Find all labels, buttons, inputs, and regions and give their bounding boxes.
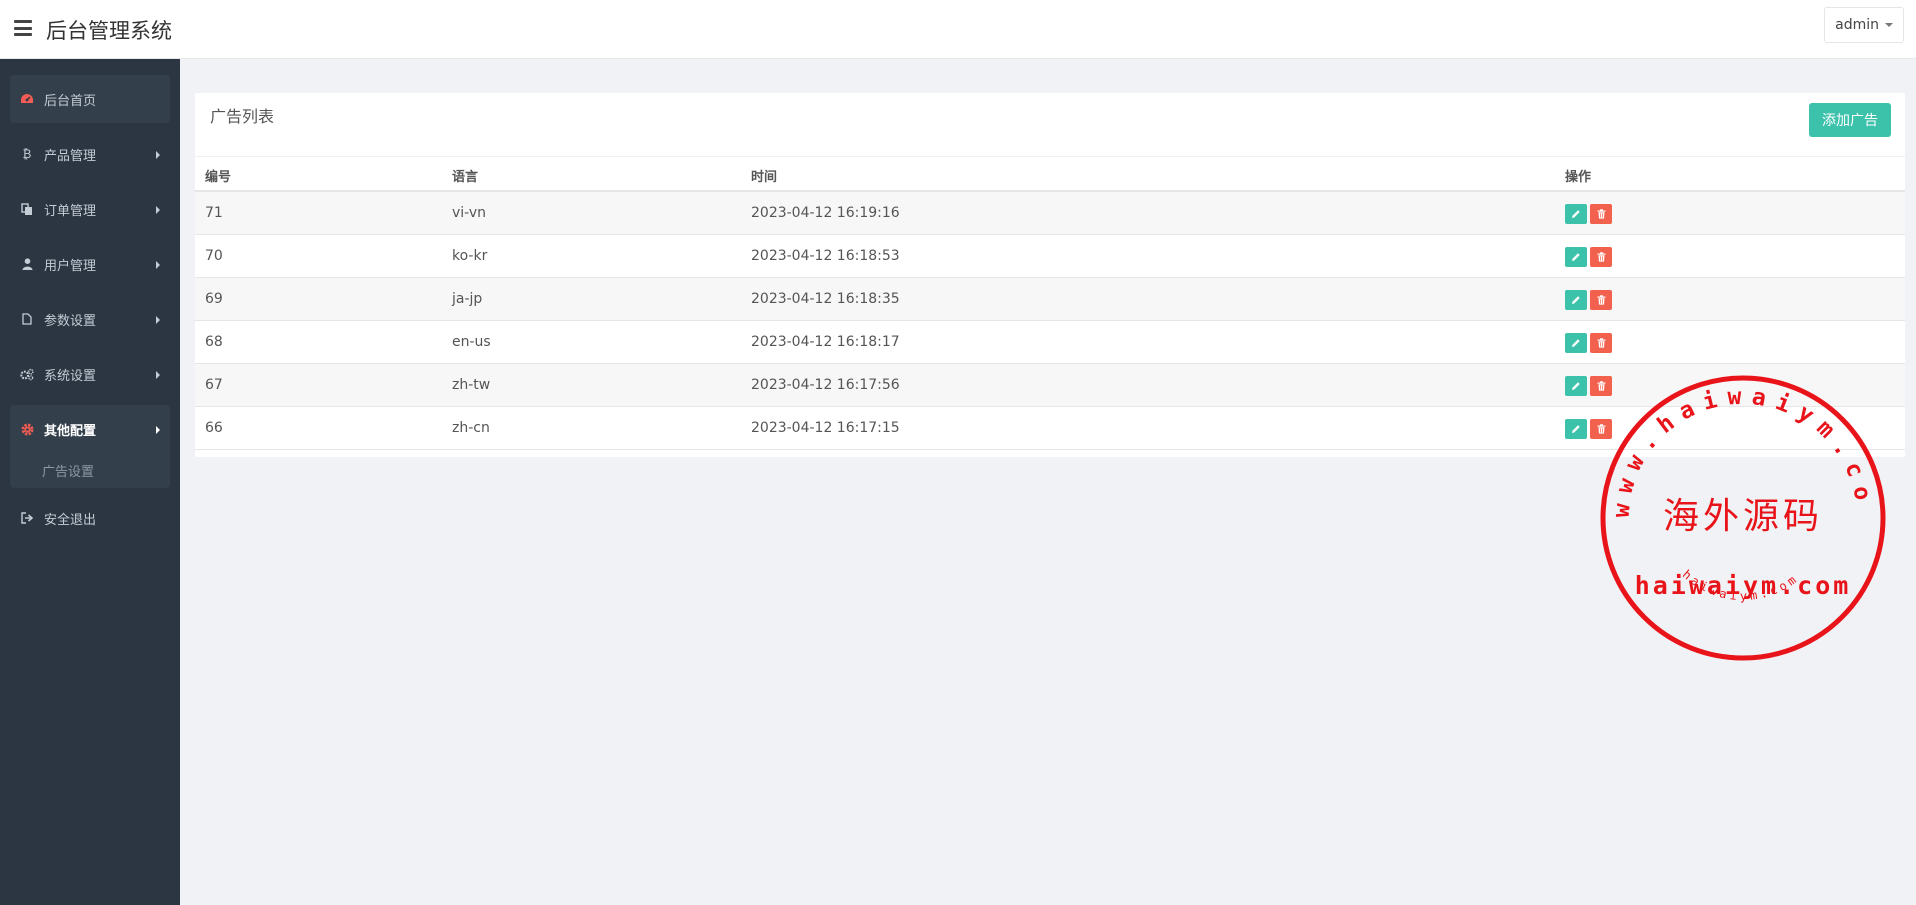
delete-button[interactable] [1590, 333, 1612, 353]
stamp-center-text: 海外源码 [1663, 496, 1823, 537]
column-header-actions: 操作 [1565, 170, 1592, 185]
table-row: 68 en-us 2023-04-12 16:18:17 [195, 321, 1905, 364]
sidebar-item-label: 其他配置 [44, 423, 97, 439]
chevron-right-icon [156, 151, 160, 159]
trash-icon [1597, 338, 1605, 348]
chevron-right-icon [156, 371, 160, 379]
panel-title: 广告列表 [210, 107, 275, 126]
cell-id: 71 [205, 205, 223, 221]
edit-button[interactable] [1565, 204, 1587, 224]
dashboard-icon [20, 92, 34, 106]
sidebar-item-params[interactable]: 参数设置 [10, 295, 170, 343]
cell-id: 69 [205, 291, 223, 307]
chevron-right-icon [156, 206, 160, 214]
pencil-icon [1572, 296, 1580, 304]
sidebar-item-orders[interactable]: 订单管理 [10, 185, 170, 233]
column-header-language: 语言 [452, 170, 479, 185]
caret-down-icon [1885, 23, 1893, 27]
sidebar-item-label: 产品管理 [44, 148, 97, 164]
cell-time: 2023-04-12 16:18:53 [751, 248, 900, 264]
cell-language: ja-jp [452, 291, 483, 307]
sidebar: 后台首页 ₿ 产品管理 订单管理 用户管理 参数设置 系统设置 其他配置 广告设… [0, 59, 180, 905]
file-icon [20, 312, 34, 326]
delete-button[interactable] [1590, 247, 1612, 267]
sidebar-item-label: 安全退出 [44, 512, 97, 528]
watermark-stamp: www.haiwaiym.com 海外源码 haiwaiym.com haiwa… [1599, 374, 1886, 661]
cell-time: 2023-04-12 16:19:16 [751, 205, 900, 221]
cell-time: 2023-04-12 16:18:17 [751, 334, 900, 350]
cell-id: 66 [205, 420, 223, 436]
pencil-icon [1572, 382, 1580, 390]
table-row: 70 ko-kr 2023-04-12 16:18:53 [195, 235, 1905, 278]
cell-language: vi-vn [452, 205, 487, 221]
table-row: 69 ja-jp 2023-04-12 16:18:35 [195, 278, 1905, 321]
pencil-icon [1572, 253, 1580, 261]
sidebar-item-label: 订单管理 [44, 203, 97, 219]
cell-time: 2023-04-12 16:18:35 [751, 291, 900, 307]
row-actions [1565, 333, 1612, 353]
user-icon [20, 257, 34, 271]
column-header-time: 时间 [751, 170, 778, 185]
edit-button[interactable] [1565, 247, 1587, 267]
sidebar-item-system[interactable]: 系统设置 [10, 350, 170, 398]
cell-language: zh-cn [452, 420, 490, 436]
app-title: 后台管理系统 [46, 19, 172, 43]
cell-time: 2023-04-12 16:17:56 [751, 377, 900, 393]
trash-icon [1597, 295, 1605, 305]
trash-icon [1597, 209, 1605, 219]
table-header: 编号 语言 时间 操作 [195, 156, 1905, 192]
edit-button[interactable] [1565, 333, 1587, 353]
pencil-icon [1572, 210, 1580, 218]
chevron-right-icon [156, 316, 160, 324]
cell-language: en-us [452, 334, 491, 350]
gears-icon [20, 367, 34, 381]
sidebar-item-users[interactable]: 用户管理 [10, 240, 170, 288]
pencil-icon [1572, 425, 1580, 433]
hamburger-menu-icon[interactable] [14, 20, 32, 36]
cell-time: 2023-04-12 16:17:15 [751, 420, 900, 436]
chevron-right-icon [156, 261, 160, 269]
cell-language: zh-tw [452, 377, 491, 393]
copy-icon [20, 202, 34, 216]
cell-language: ko-kr [452, 248, 488, 264]
submenu-item-ad-settings[interactable]: 广告设置 [42, 461, 94, 480]
top-header: 后台管理系统 admin [0, 0, 1916, 59]
sidebar-item-label: 系统设置 [44, 368, 97, 384]
edit-button[interactable] [1565, 290, 1587, 310]
table-row: 71 vi-vn 2023-04-12 16:19:16 [195, 192, 1905, 235]
sidebar-item-other-config[interactable]: 其他配置 [10, 405, 170, 453]
trash-icon [1597, 252, 1605, 262]
sidebar-item-label: 用户管理 [44, 258, 97, 274]
chevron-right-icon [156, 426, 160, 434]
row-actions [1565, 204, 1612, 224]
delete-button[interactable] [1590, 204, 1612, 224]
row-actions [1565, 247, 1612, 267]
sidebar-item-label: 参数设置 [44, 313, 97, 329]
submenu-other-config: 广告设置 [10, 453, 170, 488]
user-name: admin [1835, 17, 1879, 33]
cell-id: 70 [205, 248, 223, 264]
sidebar-item-label: 后台首页 [44, 93, 97, 109]
row-actions [1565, 290, 1612, 310]
sidebar-item-home[interactable]: 后台首页 [10, 75, 170, 123]
cell-id: 68 [205, 334, 223, 350]
cell-id: 67 [205, 377, 223, 393]
sidebar-item-logout[interactable]: 安全退出 [10, 494, 170, 542]
pencil-icon [1572, 339, 1580, 347]
gear-icon [20, 422, 34, 436]
column-header-id: 编号 [205, 170, 232, 185]
edit-button[interactable] [1565, 419, 1587, 439]
add-ad-button[interactable]: 添加广告 [1809, 103, 1891, 137]
user-dropdown[interactable]: admin [1824, 7, 1904, 43]
sign-out-icon [20, 511, 34, 525]
sidebar-item-products[interactable]: ₿ 产品管理 [10, 130, 170, 178]
bitcoin-icon: ₿ [22, 147, 32, 161]
delete-button[interactable] [1590, 290, 1612, 310]
edit-button[interactable] [1565, 376, 1587, 396]
